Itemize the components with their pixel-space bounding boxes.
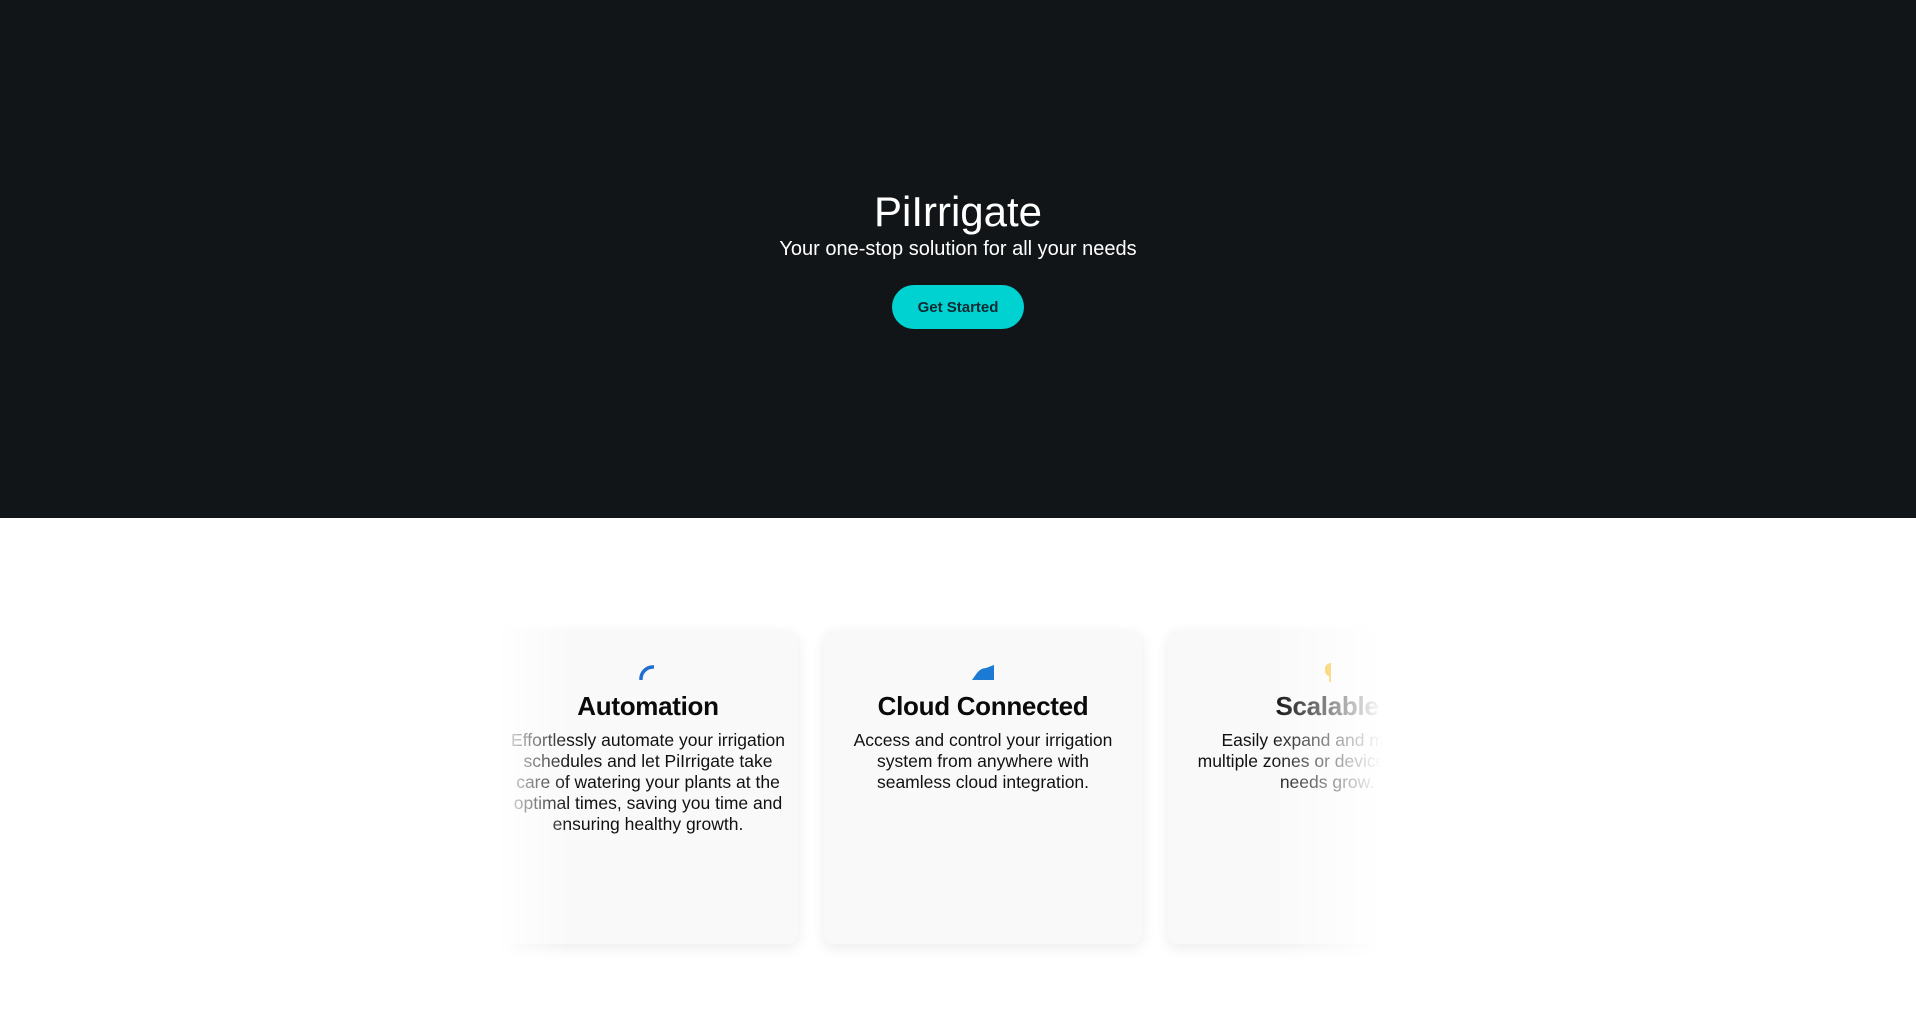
feature-description: Effortlessly automate your irrigation sc… — [511, 730, 785, 834]
feature-card-scalable: Scalable Easily expand and manage multip… — [1168, 630, 1420, 944]
automation-gauge-icon — [639, 665, 655, 681]
features-carousel[interactable]: Automation Effortlessly automate your ir… — [500, 600, 1420, 960]
hero-title: PiIrrigate — [873, 188, 1043, 235]
hero-section: PiIrrigate Your one-stop solution for al… — [0, 0, 1916, 518]
feature-card-automation: Automation Effortlessly automate your ir… — [500, 630, 798, 944]
get-started-button[interactable]: Get Started — [892, 285, 1024, 329]
feature-description: Access and control your irrigation syste… — [853, 730, 1113, 792]
hero-subtitle: Your one-stop solution for all your need… — [779, 238, 1137, 260]
feature-title: Automation — [577, 691, 719, 721]
feature-title: Scalable — [1275, 691, 1379, 721]
feature-card-cloud-connected: Cloud Connected Access and control your … — [824, 630, 1142, 944]
features-section: Automation Effortlessly automate your ir… — [0, 518, 1916, 1036]
feature-description: Easily expand and manage multiple zones … — [1197, 730, 1420, 792]
cloud-signal-icon — [972, 665, 994, 680]
feature-title: Cloud Connected — [877, 691, 1089, 721]
scalable-expand-icon — [1325, 663, 1331, 682]
